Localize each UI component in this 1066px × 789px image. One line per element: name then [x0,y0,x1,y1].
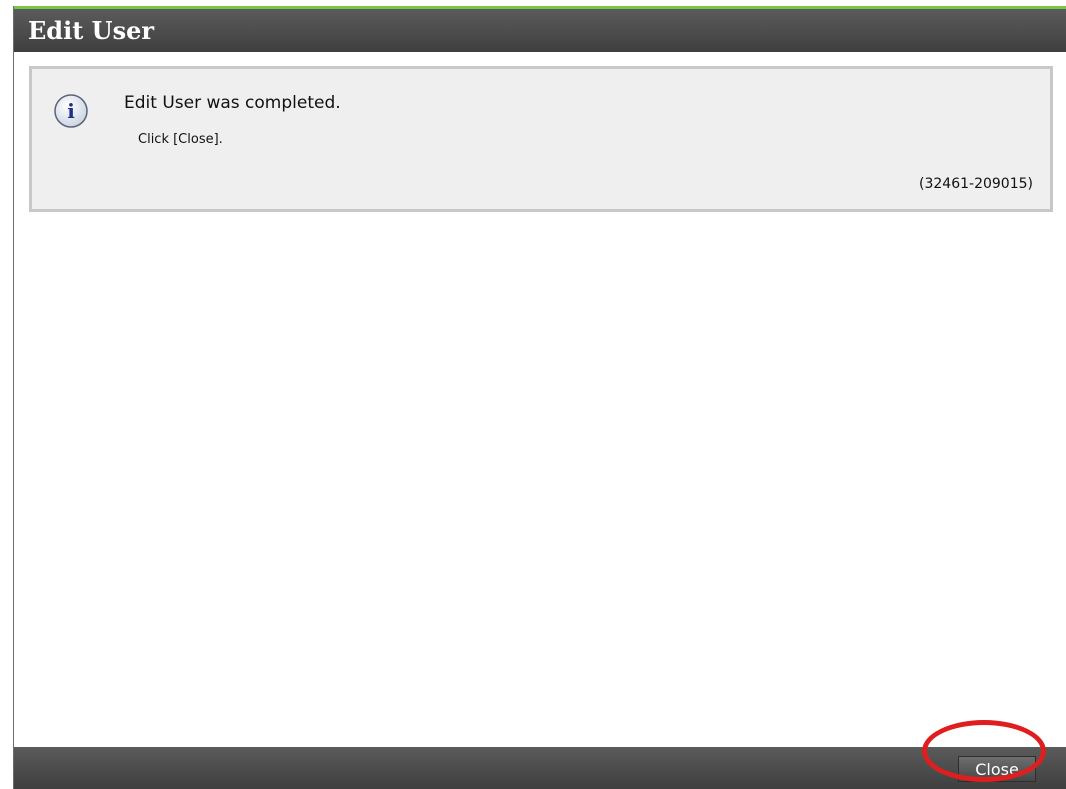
info-icon: i [54,94,88,128]
message-title: Edit User was completed. [124,93,341,113]
close-button[interactable]: Close [958,756,1036,782]
message-panel: i Edit User was completed. Click [Close]… [29,66,1053,212]
message-detail: Click [Close]. [138,132,223,147]
dialog-title: Edit User [28,16,154,45]
edit-user-dialog: Edit User i Edit User was completed. Cli… [13,6,1066,789]
footer-bar: Close [14,747,1066,789]
svg-text:i: i [67,99,75,123]
title-bar: Edit User [14,6,1066,52]
message-code: (32461-209015) [919,176,1033,192]
